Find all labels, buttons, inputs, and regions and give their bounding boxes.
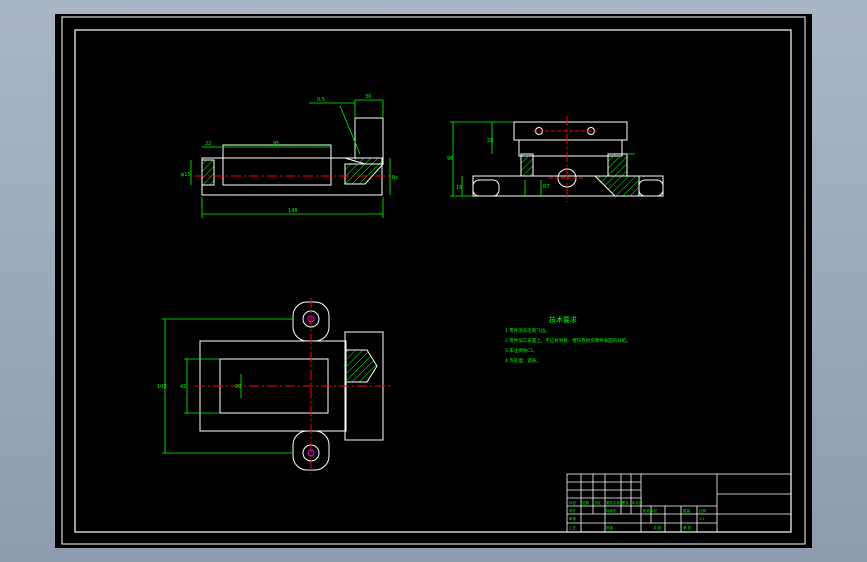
tb-cell-5: 年月日 bbox=[632, 500, 643, 505]
dim-side-center-small: R7 bbox=[543, 184, 550, 190]
tb-cell-15: 第 张 bbox=[683, 525, 692, 530]
side-base-right-foot bbox=[638, 179, 664, 197]
side-base-right-hatch bbox=[593, 175, 640, 197]
side-right-hatch bbox=[607, 153, 628, 177]
dim-front-top-right: 30 bbox=[365, 94, 371, 100]
tb-cell-16: 1:1 bbox=[699, 517, 705, 521]
front-view[interactable] bbox=[195, 117, 393, 196]
dim-top-inner-center: 20 bbox=[235, 384, 241, 390]
top-cone-hatch bbox=[344, 349, 378, 383]
tb-cell-14: 共 张 bbox=[653, 525, 662, 530]
dim-front-length-inner: 95 bbox=[273, 141, 279, 147]
cad-viewport[interactable]: 0.5 30 22 95 φ15 Rc 148 96 28 16 R7 100 … bbox=[55, 14, 812, 548]
dim-side-left-lower: 16 bbox=[456, 185, 462, 191]
side-lower-web bbox=[532, 155, 609, 177]
dim-front-overall-length: 148 bbox=[288, 208, 298, 214]
notes-line-1: 1.零件须去毛刺飞边。 bbox=[505, 327, 550, 334]
dim-top-inner-left: 42 bbox=[180, 384, 186, 390]
front-right-hatch bbox=[344, 157, 384, 165]
tb-cell-9: 重量 bbox=[683, 508, 691, 513]
tb-cell-0: 标记 bbox=[569, 500, 577, 505]
tb-cell-12: 工艺 bbox=[569, 525, 577, 530]
side-left-hatch bbox=[520, 153, 534, 177]
title-block-text: 标记 处数 分区 更改文件号 签名 年月日 设计 标准化 阶段标记 重量 比例 … bbox=[569, 500, 707, 530]
top-dimension-text: 100 42 20 bbox=[157, 384, 241, 390]
dim-side-left-upper: 28 bbox=[487, 138, 493, 144]
drawing-canvas[interactable]: 0.5 30 22 95 φ15 Rc 148 96 28 16 R7 100 … bbox=[55, 14, 812, 548]
tb-cell-10: 比例 bbox=[699, 508, 707, 513]
front-dimension-text: 0.5 30 22 95 φ15 Rc 148 bbox=[181, 94, 398, 214]
dim-front-left-small: 22 bbox=[205, 141, 211, 147]
side-base-left-foot bbox=[472, 179, 500, 197]
dim-top-left-overall: 100 bbox=[157, 384, 167, 390]
tb-cell-11: 审核 bbox=[569, 516, 577, 521]
inner-frame bbox=[74, 29, 792, 533]
tb-cell-6: 设计 bbox=[569, 508, 577, 513]
front-left-hatch bbox=[201, 159, 215, 186]
front-slot bbox=[222, 144, 332, 186]
top-view[interactable] bbox=[195, 298, 391, 474]
dim-front-top-small: 0.5 bbox=[317, 97, 325, 103]
front-cone bbox=[344, 163, 385, 185]
tb-cell-1: 处数 bbox=[582, 500, 590, 505]
dim-front-height-left: φ15 bbox=[181, 172, 191, 178]
outer-frame bbox=[61, 16, 806, 545]
notes-line-3: 3.未注倒角C1。 bbox=[505, 347, 538, 354]
notes-line-4: 4.热处理：调质。 bbox=[505, 357, 541, 364]
dim-front-height-right: Rc bbox=[392, 175, 398, 181]
side-view[interactable] bbox=[472, 116, 664, 202]
tb-cell-13: 批准 bbox=[606, 525, 614, 530]
notes-line-2: 2.零件加工表面上，不应有划痕、擦伤等损伤零件表面的缺陷。 bbox=[505, 337, 631, 344]
tb-cell-4: 签名 bbox=[622, 500, 629, 505]
technical-notes: 技术要求 1.零件须去毛刺飞边。 2.零件加工表面上，不应有划痕、擦伤等损伤零件… bbox=[505, 315, 631, 364]
tb-cell-8: 阶段标记 bbox=[643, 508, 657, 513]
tb-cell-2: 分区 bbox=[594, 500, 602, 505]
dim-side-left-total: 96 bbox=[447, 156, 453, 162]
notes-title: 技术要求 bbox=[549, 315, 577, 324]
side-middle-block bbox=[518, 139, 623, 157]
tb-cell-7: 标准化 bbox=[606, 508, 617, 513]
